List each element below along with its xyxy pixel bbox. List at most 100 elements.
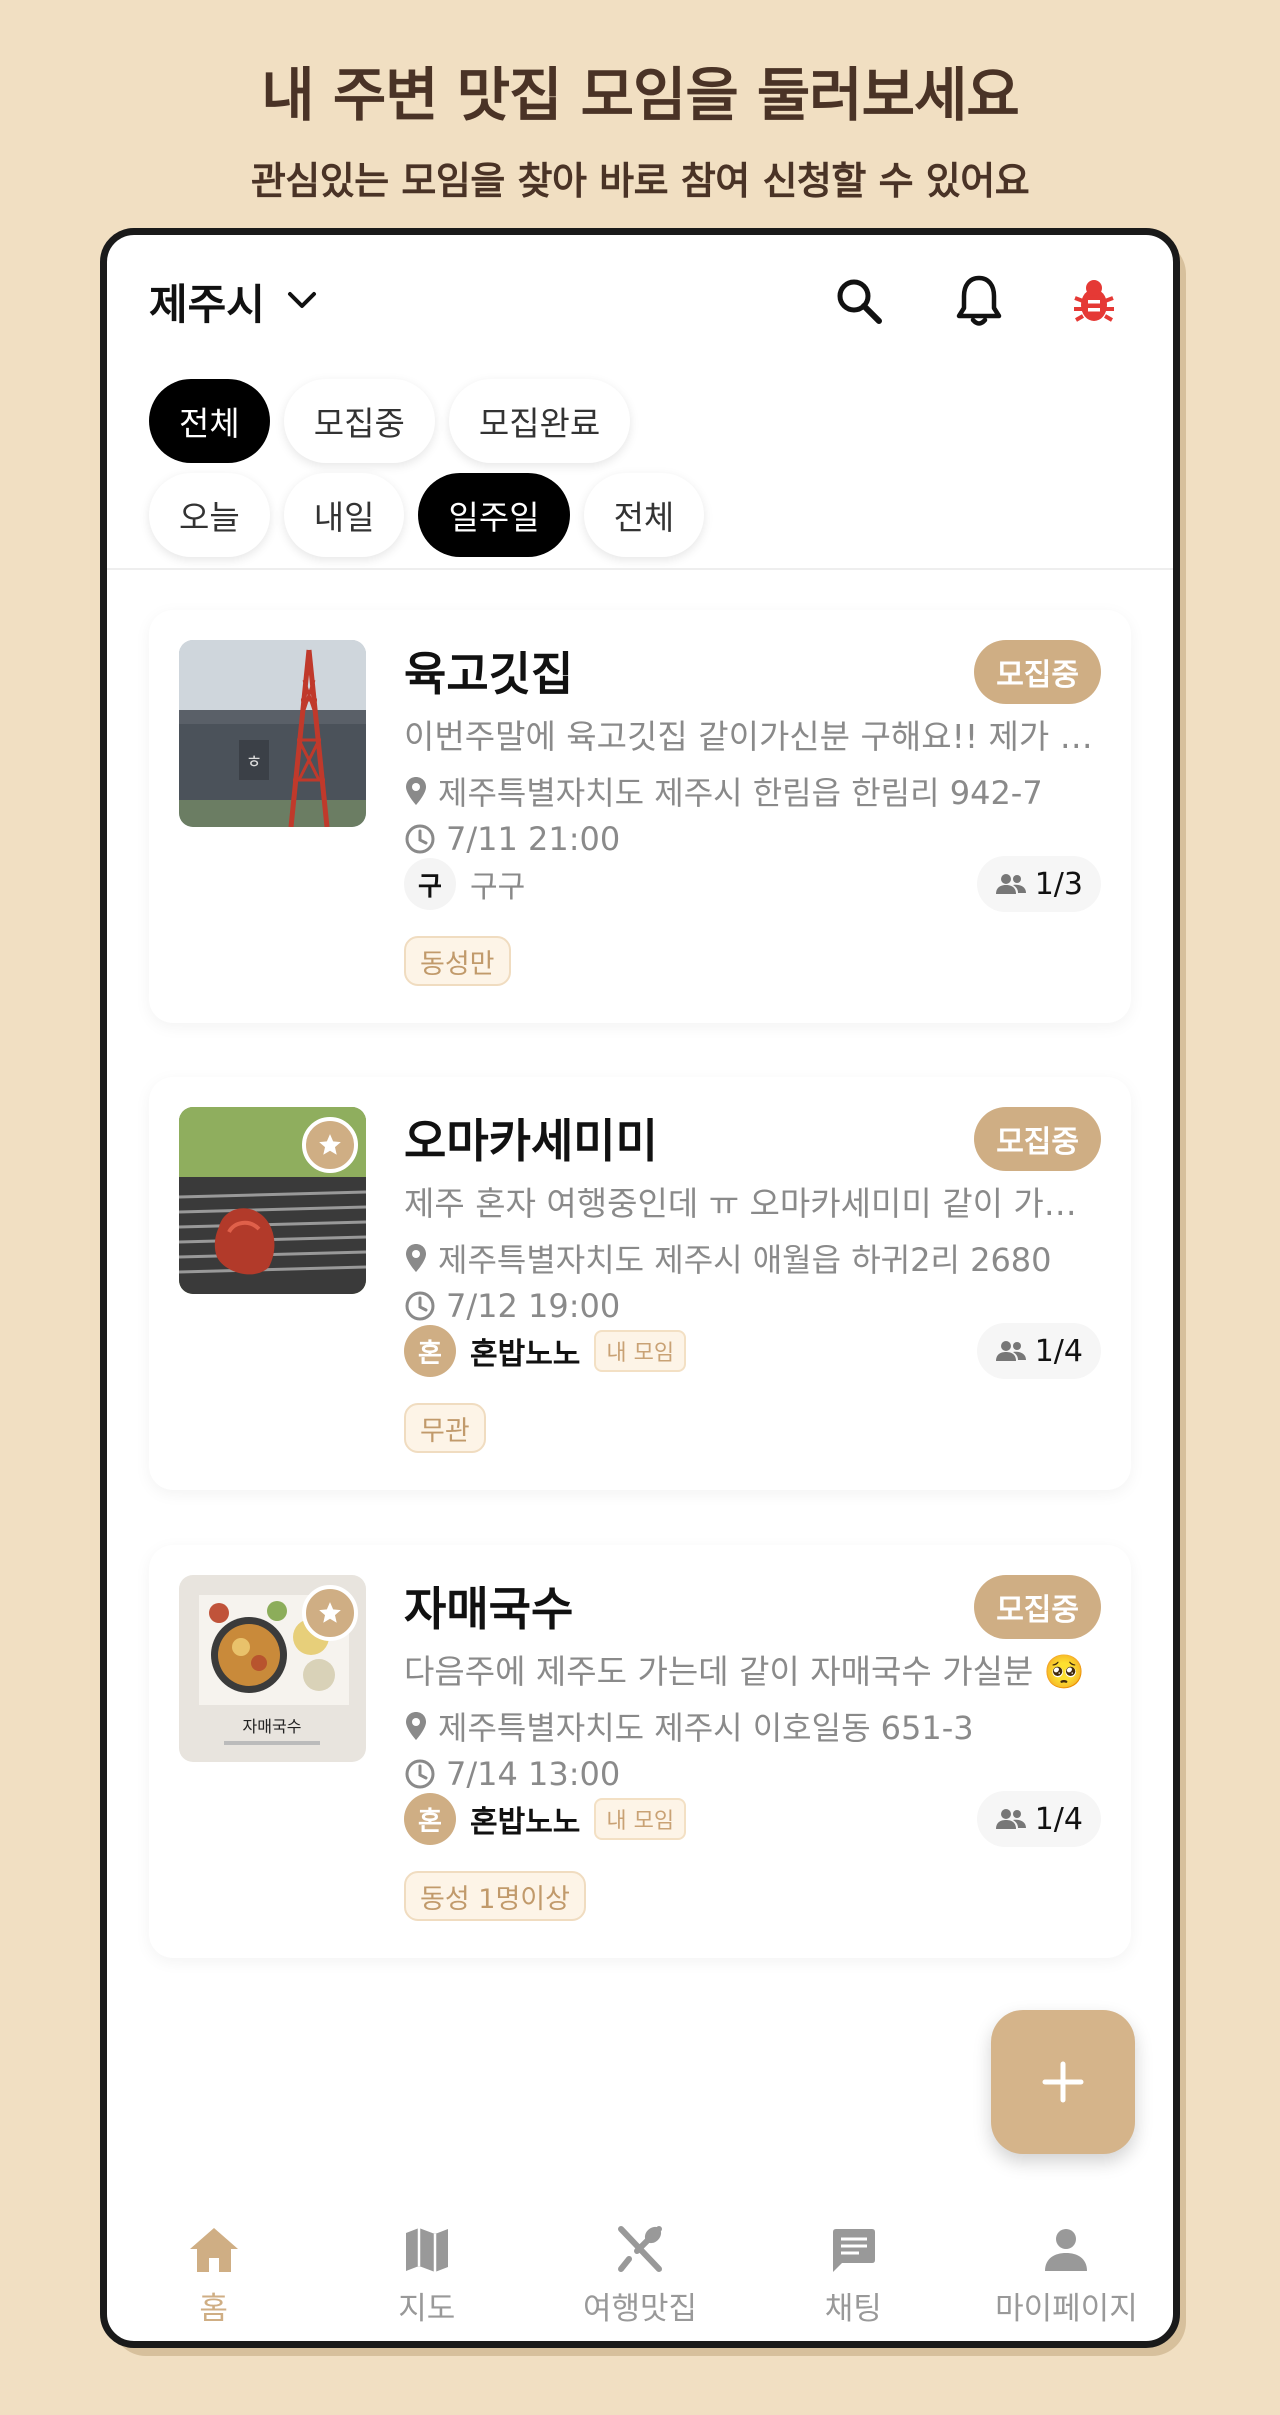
plus-icon — [1042, 2061, 1084, 2103]
meetup-address: 제주특별자치도 제주시 이호일동 651-3 — [438, 1709, 974, 1747]
condition-tag: 동성만 — [404, 936, 511, 986]
nav-mypage[interactable]: 마이페이지 — [960, 2215, 1173, 2341]
chip-period-week[interactable]: 일주일 — [418, 473, 570, 557]
address-row: 제주특별자치도 제주시 애월읍 하귀2리 2680 — [404, 1235, 1052, 1281]
meetup-title: 육고깃집 — [404, 647, 574, 701]
address-row: 제주특별자치도 제주시 한림읍 한림리 942-7 — [404, 768, 1043, 814]
star-icon — [319, 1134, 341, 1155]
participant-count: 1/3 — [976, 856, 1101, 912]
meetup-card[interactable]: 오마카세미미 모집중 제주 혼자 여행중인데 ㅠ 오마카세미미 같이 가실분 있… — [149, 1077, 1131, 1490]
people-icon — [995, 1341, 1026, 1361]
chip-period-tomorrow[interactable]: 내일 — [283, 473, 405, 557]
status-badge: 모집중 — [974, 1575, 1101, 1639]
location-pin-icon — [406, 777, 426, 805]
nav-label: 홈 — [199, 2291, 228, 2327]
nav-label: 지도 — [398, 2291, 456, 2327]
avatar: 구 — [404, 858, 456, 910]
meetup-datetime: 7/12 19:00 — [446, 1287, 621, 1325]
host-row[interactable]: 혼 혼밥노노 내 모임 — [404, 1325, 687, 1377]
map-icon — [405, 2228, 448, 2272]
participant-count-value: 1/4 — [1034, 1333, 1083, 1369]
chip-period-all[interactable]: 전체 — [583, 473, 705, 557]
meetup-card[interactable]: ㅎ 육고깃집 모집중 이번주말에 육고깃집 같이가신분 구해요!! 제가 고기 … — [149, 610, 1131, 1023]
participant-count-value: 1/3 — [1034, 866, 1083, 902]
meetup-thumbnail: 자매국수 — [179, 1575, 366, 1762]
bug-report-button[interactable] — [1062, 269, 1126, 333]
status-badge: 모집중 — [974, 1107, 1101, 1171]
condition-tag: 동성 1명이상 — [404, 1871, 586, 1921]
bell-icon — [956, 275, 1002, 326]
city-selector[interactable]: 제주시 — [149, 271, 317, 332]
host-row[interactable]: 구 구구 — [404, 858, 525, 910]
avatar: 혼 — [404, 1325, 456, 1377]
meetup-address: 제주특별자치도 제주시 한림읍 한림리 942-7 — [438, 774, 1043, 812]
meetup-card[interactable]: 자매국수 자매국수 모집중 다음주에 제주도 가는데 같이 자매국수 가실분 🥺… — [149, 1545, 1131, 1958]
host-name: 혼밥노노 — [470, 1805, 581, 1840]
host-row[interactable]: 혼 혼밥노노 내 모임 — [404, 1793, 687, 1845]
bug-icon — [1074, 280, 1114, 322]
meetup-title: 오마카세미미 — [404, 1114, 658, 1168]
address-row: 제주특별자치도 제주시 이호일동 651-3 — [404, 1703, 974, 1749]
nav-label: 채팅 — [824, 2291, 882, 2327]
participant-count: 1/4 — [976, 1791, 1101, 1847]
promo-headline: 내 주변 맛집 모임을 둘러보세요 — [261, 61, 1019, 129]
divider — [107, 568, 1173, 570]
create-meetup-button[interactable] — [991, 2010, 1135, 2154]
meetup-description: 이번주말에 육고깃집 같이가신분 구해요!! 제가 고기 잘 구워요 — [404, 717, 1104, 756]
location-pin-icon — [406, 1244, 426, 1272]
participant-count-value: 1/4 — [1034, 1801, 1083, 1837]
star-icon — [319, 1602, 341, 1623]
meetup-thumbnail: ㅎ — [179, 640, 366, 827]
period-filter-row: 오늘 내일 일주일 전체 — [149, 473, 705, 557]
meetup-title: 자매국수 — [404, 1582, 574, 1636]
favorite-badge — [302, 1585, 358, 1641]
people-icon — [995, 1809, 1026, 1829]
chip-period-today[interactable]: 오늘 — [149, 473, 270, 557]
datetime-row: 7/14 13:00 — [404, 1755, 620, 1793]
meetup-address: 제주특별자치도 제주시 애월읍 하귀2리 2680 — [438, 1241, 1052, 1279]
chip-status-recruiting[interactable]: 모집중 — [283, 379, 435, 463]
meetup-datetime: 7/11 21:00 — [446, 820, 621, 858]
nav-chat[interactable]: 채팅 — [747, 2215, 960, 2341]
chevron-down-icon — [287, 290, 317, 314]
participant-count: 1/4 — [976, 1323, 1101, 1379]
chat-icon — [833, 2229, 876, 2272]
chip-status-all[interactable]: 전체 — [149, 379, 270, 463]
notification-button[interactable] — [947, 269, 1011, 333]
search-button[interactable] — [827, 269, 891, 333]
avatar: 혼 — [404, 1793, 456, 1845]
location-pin-icon — [406, 1712, 426, 1740]
datetime-row: 7/12 19:00 — [404, 1287, 620, 1325]
city-name: 제주시 — [149, 280, 265, 329]
people-icon — [995, 874, 1026, 894]
status-badge: 모집중 — [974, 640, 1101, 704]
nav-label: 여행맛집 — [582, 2291, 698, 2327]
bottom-nav: 홈 지도 여행맛집 채팅 마이페이지 — [107, 2215, 1173, 2341]
favorite-badge — [302, 1117, 358, 1173]
datetime-row: 7/11 21:00 — [404, 820, 620, 858]
nav-label: 마이페이지 — [995, 2291, 1138, 2327]
person-icon — [1045, 2229, 1088, 2271]
meetup-datetime: 7/14 13:00 — [446, 1755, 621, 1793]
clock-icon — [405, 1291, 435, 1321]
clock-icon — [405, 824, 435, 854]
app-bar: 제주시 — [107, 235, 1173, 365]
host-name: 혼밥노노 — [470, 1337, 581, 1372]
my-meetup-tag: 내 모임 — [594, 1330, 687, 1372]
promo-subheadline: 관심있는 모임을 찾아 바로 참여 신청할 수 있어요 — [250, 159, 1030, 203]
svg-text:자매국수: 자매국수 — [243, 1717, 302, 1736]
chip-status-closed[interactable]: 모집완료 — [448, 379, 631, 463]
host-name: 구구 — [470, 870, 526, 905]
meetup-description: 다음주에 제주도 가는데 같이 자매국수 가실분 🥺 — [404, 1652, 1085, 1691]
search-icon — [837, 279, 882, 324]
meetup-description: 제주 혼자 여행중인데 ㅠ 오마카세미미 같이 가실분 있나요 — [404, 1184, 1104, 1223]
svg-text:ㅎ: ㅎ — [246, 752, 263, 773]
nav-map[interactable]: 지도 — [320, 2215, 533, 2341]
condition-tag: 무관 — [404, 1403, 486, 1453]
status-filter-row: 전체 모집중 모집완료 — [149, 379, 631, 463]
my-meetup-tag: 내 모임 — [594, 1798, 687, 1840]
nav-restaurants[interactable]: 여행맛집 — [533, 2215, 746, 2341]
phone-frame: 제주시 전체 모집중 모집완료 오늘 내일 일주일 전체 ㅎ 육고깃집 모집중 … — [100, 228, 1180, 2348]
nav-home[interactable]: 홈 — [107, 2215, 320, 2341]
meetup-thumbnail — [179, 1107, 366, 1294]
